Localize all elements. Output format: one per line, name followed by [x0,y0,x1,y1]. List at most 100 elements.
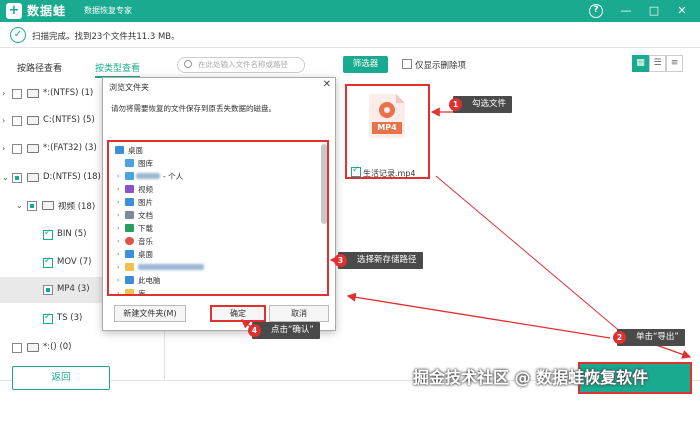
filter-button[interactable]: 筛选器 [343,56,388,73]
tree-item-label: D:(NTFS) (18) [43,172,101,182]
folder-label: 桌面 [138,250,153,259]
chevron-right-icon[interactable]: › [117,198,120,206]
desktop-icon [115,146,124,154]
file-name[interactable]: 生活记录.mp4 [351,165,416,179]
chevron-right-icon[interactable]: › [117,172,120,180]
callout-step-3: 3 选择新存储路径 [334,252,423,269]
folder-item-documents[interactable]: › 文档 [109,209,309,222]
folder-label: 视频 [138,185,153,194]
status-bar: ✓ 扫描完成。找到23个文件共11.3 MB。 [0,22,700,48]
folder-item-pictures[interactable]: › 图片 [109,196,309,209]
step-number: 4 [248,324,261,337]
step-number: 1 [449,98,462,111]
music-icon [125,237,134,245]
tab-by-type[interactable]: 按类型查看 [95,61,141,78]
search-input[interactable]: 在此处输入文件名称或路径 [177,57,305,73]
tree-item-drive-empty[interactable]: *:() (0) [0,335,165,361]
tree-item-label: *:(NTFS) (1) [43,88,94,98]
back-button[interactable]: 返回 [12,366,110,390]
folder-item-personal[interactable]: › - 个人 [109,170,309,183]
chevron-right-icon[interactable]: › [117,185,120,193]
callout-text: 单击“导出” [636,332,679,342]
drive-icon [27,144,39,153]
close-button[interactable]: ✕ [673,2,691,20]
tree-checkbox[interactable] [43,312,53,324]
only-deleted-toggle[interactable]: 仅显示删除项 [402,58,466,71]
folder-item-music[interactable]: › 音乐 [109,235,309,248]
maximize-button[interactable]: □ [645,2,663,20]
callout-text: 点击“确认” [271,325,314,335]
tree-item-label: 视频 (18) [58,202,96,212]
video-folder-icon [42,201,54,210]
library-icon [125,289,134,294]
folder-item-this-pc[interactable]: › 此电脑 [109,274,309,287]
callout-step-4: 4 点击“确认” [248,322,320,339]
folder-item-library[interactable]: › 库 [109,287,309,294]
only-deleted-checkbox[interactable] [402,59,412,69]
callout-step-1: 1 勾选文件 [449,96,513,113]
chevron-down-icon[interactable]: ⌄ [2,173,9,182]
blurred-name [136,173,160,179]
dialog-close-icon[interactable]: ✕ [323,79,331,90]
tab-by-path[interactable]: 按路径查看 [17,61,62,74]
chevron-right-icon[interactable]: › [117,263,120,271]
tree-checkbox[interactable] [43,256,53,268]
chevron-right-icon[interactable]: › [117,276,120,284]
chevron-down-icon[interactable]: ⌄ [16,201,23,210]
tree-checkbox[interactable] [12,343,22,353]
folder-label: 此电脑 [138,276,161,285]
grid-view-icon[interactable]: ▦ [632,55,649,72]
chevron-right-icon[interactable]: › [117,224,120,232]
dialog-description: 请勿将需要恢复的文件保存到原丢失数据的磁盘。 [111,104,276,113]
folder-item-desktop[interactable]: 桌面 [109,144,309,157]
mp4-file-icon: MP4 [369,94,405,138]
search-icon [184,60,192,68]
title-bar: + 数据蛙 数据恢复专家 ? — □ ✕ [0,0,700,22]
tree-checkbox[interactable] [12,116,22,126]
folder-item-desktop-2[interactable]: › 桌面 [109,248,309,261]
file-checkbox[interactable] [351,165,361,177]
cancel-button[interactable]: 取消 [269,305,329,322]
chevron-right-icon[interactable]: › [2,144,5,153]
detail-view-icon[interactable]: ≡ [666,55,683,72]
minimize-button[interactable]: — [617,2,635,20]
callout-text: 勾选文件 [472,99,507,109]
chevron-right-icon[interactable]: › [117,289,120,294]
list-view-icon[interactable]: ☰ [649,55,666,72]
blurred-name [138,264,204,270]
step-number: 3 [334,254,347,267]
tree-checkbox[interactable] [27,201,37,211]
folder-icon [125,263,134,271]
search-placeholder: 在此处输入文件名称或路径 [198,60,288,69]
folder-label: 下载 [138,224,153,233]
download-icon [125,224,134,232]
folder-label: 音乐 [138,237,153,246]
chevron-right-icon[interactable]: › [117,237,120,245]
tree-checkbox[interactable] [43,285,53,295]
folder-item-videos[interactable]: › 视频 [109,183,309,196]
tree-checkbox[interactable] [12,89,22,99]
callout-text: 选择新存储路径 [357,255,417,265]
new-folder-button[interactable]: 新建文件夹(M) [114,305,186,322]
view-tabs: 按路径查看 按类型查看 [0,55,165,79]
callout-step-2: 2 单击“导出” [613,329,685,346]
folder-tree[interactable]: 桌面 图库 › - 个人 › 视频 › 图片 › 文档 › 下载 › 音乐 › … [107,140,329,296]
folder-label: 图片 [138,198,153,207]
chevron-right-icon[interactable]: › [117,211,120,219]
folder-scrollbar[interactable] [321,144,327,224]
help-button[interactable]: ? [589,4,603,18]
tree-checkbox[interactable] [12,173,22,183]
chevron-right-icon[interactable]: › [2,116,5,125]
chevron-right-icon[interactable]: › [117,250,120,258]
tree-checkbox[interactable] [43,228,53,240]
tree-item-label: MOV (7) [57,257,92,267]
tree-checkbox[interactable] [12,144,22,154]
chevron-right-icon[interactable]: › [2,89,5,98]
folder-item-downloads[interactable]: › 下载 [109,222,309,235]
ok-button[interactable]: 确定 [210,305,266,322]
folder-item-gallery[interactable]: 图库 [109,157,309,170]
file-card[interactable]: MP4 生活记录.mp4 [345,84,430,179]
folder-item-blurred[interactable]: › [109,261,309,274]
watermark-text: 掘金技术社区 @ 数据蛙恢复软件 [413,368,649,387]
tree-item-label: *:() (0) [43,342,72,352]
